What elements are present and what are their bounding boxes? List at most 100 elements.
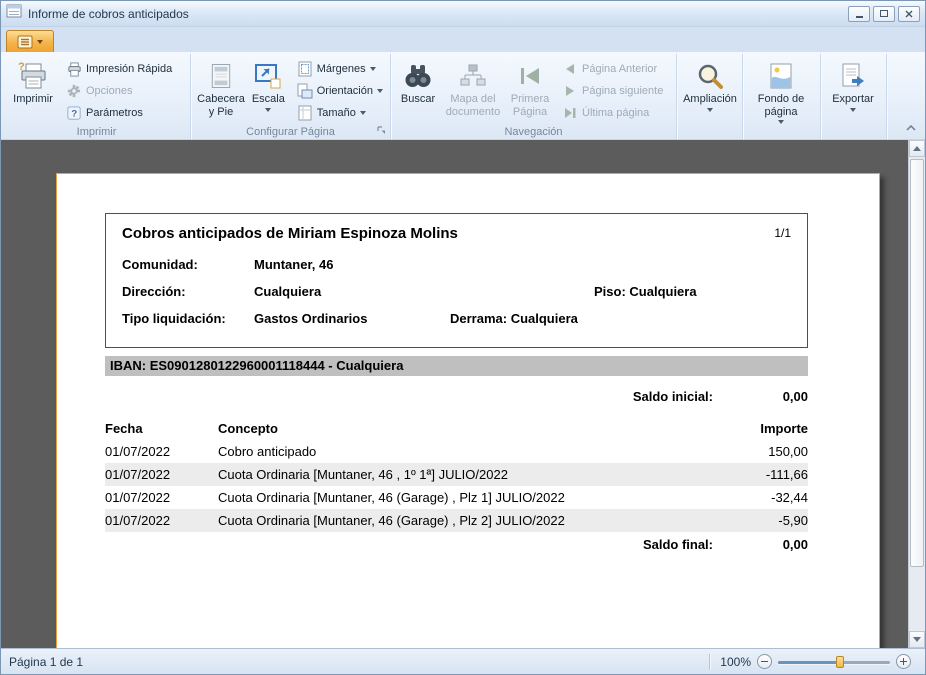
saldo-inicial-value: 0,00 [713, 389, 808, 404]
zoom-out-button[interactable] [757, 654, 772, 669]
next-page-button: Página siguiente [558, 80, 667, 102]
page-background-label: Fondo de página [749, 93, 813, 118]
chevron-down-icon [707, 108, 713, 112]
report-field-comunidad: Comunidad: Muntaner, 46 [122, 253, 791, 280]
zoom-button[interactable]: Ampliación [681, 57, 739, 123]
cell-fecha: 01/07/2022 [105, 444, 218, 459]
window-title: Informe de cobros anticipados [28, 7, 845, 21]
ribbon-group-configurar-pagina: Cabecera y Pie Escala Márgenes [191, 54, 391, 139]
size-label: Tamaño [317, 107, 356, 119]
column-header-importe: Importe [713, 421, 808, 436]
options-label: Opciones [86, 85, 132, 97]
statusbar: Página 1 de 1 100% [1, 648, 925, 674]
print-button[interactable]: ? Imprimir [7, 57, 59, 123]
scrollbar-thumb[interactable] [910, 159, 924, 567]
chevron-down-icon [370, 67, 376, 71]
direccion-label: Dirección: [122, 284, 186, 299]
print-preview-window: Informe de cobros anticipados ? Imprimir [0, 0, 926, 675]
zoom-slider[interactable] [778, 655, 890, 669]
chevron-down-icon [377, 89, 383, 93]
page-indicator: Página 1 de 1 [9, 655, 699, 669]
last-page-button: Última página [558, 102, 667, 124]
statusbar-separator [709, 654, 710, 670]
margins-button[interactable]: Márgenes [293, 58, 387, 80]
titlebar: Informe de cobros anticipados [1, 1, 925, 27]
previous-page-button: Página Anterior [558, 58, 667, 80]
vertical-scrollbar[interactable] [908, 140, 925, 648]
margins-icon [297, 61, 313, 77]
minimize-button[interactable] [848, 6, 870, 22]
ribbon-group-exportar: Exportar [821, 54, 887, 139]
ribbon-group-navegacion: Buscar Mapa del documento Primera Página [391, 54, 677, 139]
piso-value: Piso: Cualquiera [594, 284, 697, 299]
zoom-in-button[interactable] [896, 654, 911, 669]
table-row: 01/07/2022 Cuota Ordinaria [Muntaner, 46… [105, 509, 808, 532]
scroll-down-button[interactable] [909, 631, 925, 648]
column-header-fecha: Fecha [105, 421, 218, 436]
saldo-final-row: Saldo final: 0,00 [105, 537, 808, 552]
size-button[interactable]: Tamaño [293, 102, 387, 124]
page-background-button[interactable]: Fondo de página [747, 57, 815, 123]
cell-fecha: 01/07/2022 [105, 490, 218, 505]
ribbon-tab-row [1, 27, 925, 52]
search-label: Buscar [401, 93, 435, 106]
chevron-down-icon [360, 111, 366, 115]
page-viewport[interactable]: Cobros anticipados de Miriam Espinoza Mo… [1, 140, 908, 648]
search-button[interactable]: Buscar [395, 57, 441, 123]
column-header-concepto: Concepto [218, 421, 713, 436]
last-page-icon [562, 105, 578, 121]
report-field-tipo: Tipo liquidación: Gastos Ordinarios Derr… [122, 307, 791, 334]
orientation-button[interactable]: Orientación [293, 80, 387, 102]
printer-icon: ? [18, 61, 48, 91]
page-setup-dialog-launcher[interactable] [375, 124, 388, 137]
app-menu-button[interactable] [6, 30, 54, 52]
quick-print-label: Impresión Rápida [86, 63, 172, 75]
table-row: 01/07/2022 Cuota Ordinaria [Muntaner, 46… [105, 463, 808, 486]
scroll-up-button[interactable] [909, 140, 925, 157]
page-background-icon [768, 61, 794, 91]
tipo-value: Gastos Ordinarios [254, 311, 367, 326]
quick-print-button[interactable]: Impresión Rápida [62, 58, 176, 80]
plus-icon [900, 658, 907, 665]
binoculars-icon [403, 61, 433, 91]
collapse-ribbon-button[interactable] [902, 121, 920, 135]
margins-label: Márgenes [317, 63, 366, 75]
export-button[interactable]: Exportar [825, 57, 881, 123]
orientation-label: Orientación [317, 85, 373, 97]
group-label-configurar: Configurar Página [191, 126, 390, 138]
orientation-icon [297, 83, 313, 99]
close-button[interactable] [898, 6, 920, 22]
parameters-button[interactable]: ? Parámetros [62, 102, 176, 124]
saldo-inicial-label: Saldo inicial: [633, 389, 713, 404]
question-icon: ? [66, 105, 82, 121]
last-page-label: Última página [582, 107, 649, 119]
header-footer-button[interactable]: Cabecera y Pie [195, 57, 247, 123]
cell-fecha: 01/07/2022 [105, 467, 218, 482]
header-footer-icon [210, 61, 232, 91]
direccion-value: Cualquiera [254, 284, 321, 299]
report-title: Cobros anticipados de Miriam Espinoza Mo… [122, 225, 458, 242]
zoom-slider-thumb[interactable] [836, 656, 844, 668]
next-page-icon [562, 83, 578, 99]
report-window-icon [6, 4, 22, 23]
table-row: 01/07/2022 Cobro anticipado 150,00 [105, 440, 808, 463]
report-menu-icon [17, 35, 33, 49]
document-map-label: Mapa del documento [443, 93, 503, 118]
saldo-final-label: Saldo final: [643, 537, 713, 552]
comunidad-label: Comunidad: [122, 257, 198, 272]
print-button-label: Imprimir [13, 93, 53, 106]
maximize-button[interactable] [873, 6, 895, 22]
export-icon [840, 61, 866, 91]
chevron-down-icon [850, 108, 856, 112]
cell-concepto: Cuota Ordinaria [Muntaner, 46 , 1º 1ª] J… [218, 467, 713, 482]
ribbon-group-ampliacion: Ampliación [677, 54, 743, 139]
zoom-value: 100% [720, 655, 751, 669]
scrollbar-track[interactable] [909, 157, 925, 631]
scale-button[interactable]: Escala [247, 57, 290, 123]
arrow-up-icon [913, 146, 921, 151]
gear-icon [66, 83, 82, 99]
scale-label: Escala [252, 93, 285, 106]
previous-page-icon [562, 61, 578, 77]
cell-concepto: Cuota Ordinaria [Muntaner, 46 (Garage) ,… [218, 490, 713, 505]
parameters-label: Parámetros [86, 107, 143, 119]
